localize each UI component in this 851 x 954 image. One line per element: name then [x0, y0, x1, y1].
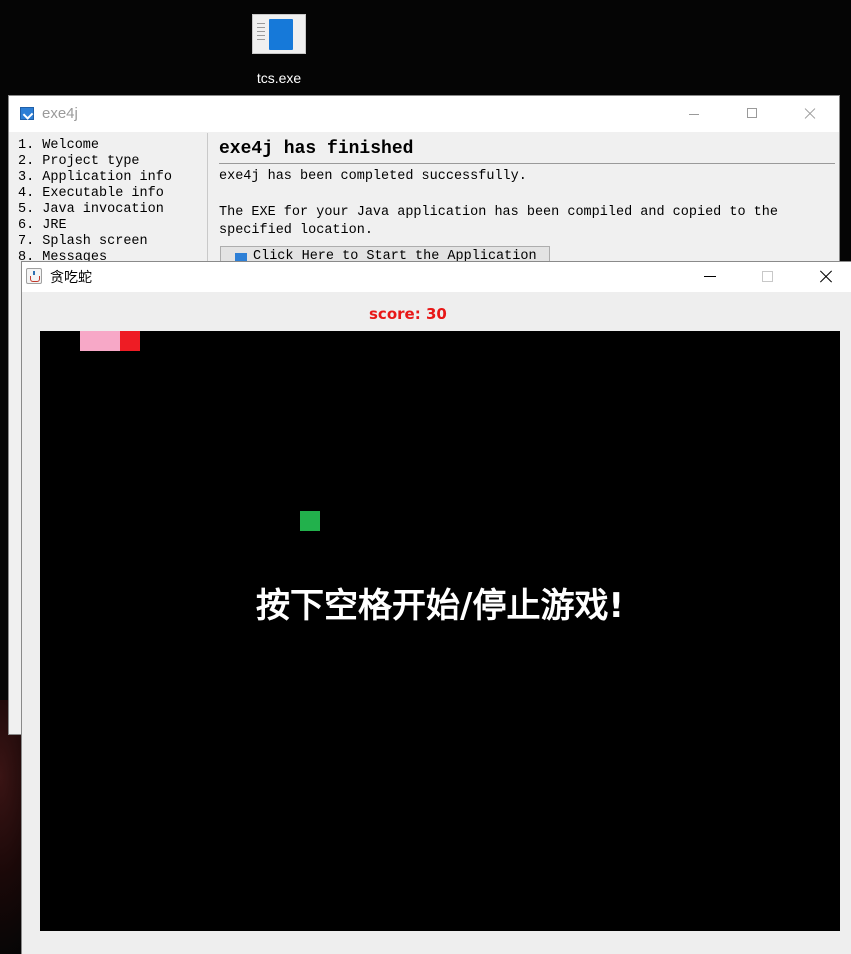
desktop-file-tcs-exe[interactable]: tcs.exe [240, 8, 318, 90]
game-board[interactable]: 按下空格开始/停止游戏! [40, 331, 840, 931]
maximize-icon[interactable] [729, 96, 775, 132]
snake-head [120, 331, 140, 351]
snake-game-window: 贪吃蛇 score: 30 按下空格开始/停止游戏! [21, 261, 851, 954]
game-window-title: 贪吃蛇 [50, 270, 92, 286]
wizard-step[interactable]: 5. Java invocation [18, 202, 172, 218]
close-icon[interactable] [796, 262, 851, 292]
close-icon[interactable] [787, 96, 833, 132]
wizard-step[interactable]: 3. Application info [18, 170, 172, 186]
score-display: score: 30 [369, 305, 447, 323]
file-icon [252, 14, 306, 54]
wizard-steps-list: 1. Welcome 2. Project type 3. Applicatio… [18, 138, 172, 266]
minimize-icon[interactable] [671, 96, 717, 132]
wizard-step[interactable]: 4. Executable info [18, 186, 172, 202]
score-label: score: [369, 305, 421, 323]
description-line-2: specified location. [219, 223, 373, 238]
status-text: exe4j has been completed successfully. [219, 169, 527, 184]
wizard-step[interactable]: 1. Welcome [18, 138, 172, 154]
minimize-icon[interactable] [680, 262, 738, 292]
exe4j-content-panel: exe4j has finished exe4j has been comple… [219, 136, 835, 268]
exe4j-titlebar[interactable]: exe4j [9, 96, 839, 132]
wizard-step[interactable]: 2. Project type [18, 154, 172, 170]
start-stop-message: 按下空格开始/停止游戏! [256, 586, 624, 626]
game-titlebar[interactable]: 贪吃蛇 [22, 262, 851, 292]
food-pellet [300, 511, 320, 531]
wizard-step[interactable]: 6. JRE [18, 218, 172, 234]
maximize-icon[interactable] [738, 262, 796, 292]
exe4j-window-title: exe4j [42, 105, 78, 122]
java-cup-icon [26, 268, 42, 284]
score-value: 30 [425, 305, 447, 323]
exe4j-app-icon [20, 107, 34, 120]
page-heading: exe4j has finished [219, 136, 835, 164]
wizard-step[interactable]: 7. Splash screen [18, 234, 172, 250]
snake-body [80, 331, 120, 351]
desktop-icon-label: tcs.exe [256, 70, 302, 86]
description-line-1: The EXE for your Java application has be… [219, 205, 778, 220]
